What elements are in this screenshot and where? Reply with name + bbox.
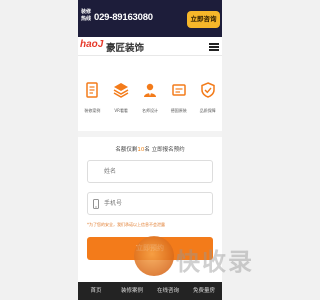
bottom-nav-home[interactable]: 首页 <box>78 282 114 300</box>
form-title-suffix: 名 立即报名预约 <box>144 147 185 153</box>
name-input[interactable] <box>102 167 206 176</box>
top-contact-bar: 装修热线 029-89163080 立即咨询 <box>78 0 222 37</box>
document-icon <box>86 82 99 98</box>
nav-item-cases[interactable]: 装修案例 <box>78 80 106 120</box>
phone-field[interactable] <box>87 192 213 215</box>
logo-text[interactable]: 豪匠装饰 <box>106 40 144 54</box>
designer-icon <box>143 83 156 97</box>
section-divider <box>78 131 222 137</box>
name-field[interactable] <box>87 160 213 183</box>
nav-label: 品质保障 <box>199 108 216 113</box>
bottom-nav-measure[interactable]: 免费量房 <box>186 282 222 300</box>
phone-input[interactable] <box>102 199 206 208</box>
consult-button[interactable]: 立即咨询 <box>187 11 220 28</box>
feature-nav: 装修案例 VR看看 名师设计 德国原装 品质保障 <box>78 80 222 120</box>
watermark-text: 快收录 <box>176 248 254 276</box>
nav-label: 德国原装 <box>170 108 187 113</box>
watermark-logo <box>134 236 174 276</box>
nav-item-quality[interactable]: 品质保障 <box>194 80 222 120</box>
nav-item-vr[interactable]: VR看看 <box>107 80 135 120</box>
site-header: haoJ 豪匠装饰 <box>78 37 222 56</box>
bottom-nav-cases[interactable]: 装修案例 <box>114 282 150 300</box>
phone-icon <box>93 199 99 209</box>
bottom-nav: 首页 装修案例 在线咨询 免费量房 <box>78 282 222 300</box>
nav-label: 名师设计 <box>141 108 158 113</box>
banner <box>78 56 222 72</box>
tag-icon <box>172 84 186 96</box>
phone-number[interactable]: 029-89163080 <box>94 12 153 23</box>
layers-icon <box>113 83 129 98</box>
shield-icon <box>200 82 215 98</box>
nav-label: 装修案例 <box>84 108 101 113</box>
watermark: 快收录 <box>134 236 300 276</box>
logo-mark[interactable]: haoJ <box>80 39 103 50</box>
menu-icon[interactable] <box>209 43 219 51</box>
bottom-nav-chat[interactable]: 在线咨询 <box>150 282 186 300</box>
hotline-label: 装修热线 <box>81 9 92 22</box>
nav-label: VR看看 <box>114 108 128 113</box>
form-title: 名额仅剩10名 立即报名预约 <box>78 145 222 153</box>
nav-item-designer[interactable]: 名师设计 <box>136 80 164 120</box>
form-title-prefix: 名额仅剩 <box>115 147 138 153</box>
nav-item-german[interactable]: 德国原装 <box>165 80 193 120</box>
privacy-note: *为了您的安全，我们承诺以上信息不会泄露 <box>87 222 165 227</box>
